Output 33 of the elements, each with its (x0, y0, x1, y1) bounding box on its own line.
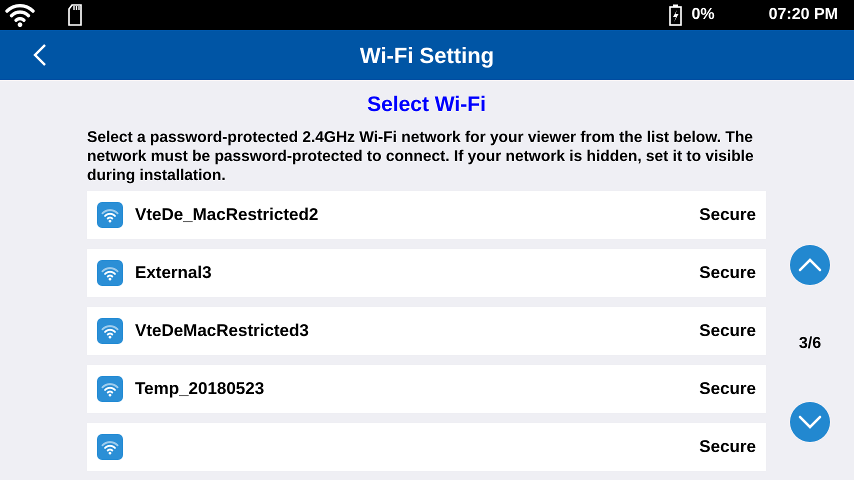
security-label: Secure (699, 320, 756, 342)
wifi-icon (97, 260, 123, 286)
wifi-icon (97, 434, 123, 460)
wifi-icon (97, 202, 123, 228)
window-title: Wi-Fi Setting (360, 42, 494, 70)
network-name: Temp_20180523 (135, 378, 264, 400)
network-name: VteDe_MacRestricted2 (135, 204, 318, 226)
security-label: Secure (699, 436, 756, 458)
scroll-down-button[interactable] (790, 402, 830, 442)
network-row[interactable]: External3 Secure (87, 249, 766, 297)
chevron-left-icon (33, 43, 47, 67)
security-label: Secure (699, 378, 756, 400)
chevron-down-icon (798, 415, 822, 429)
battery-charging-icon (668, 4, 682, 26)
security-label: Secure (699, 204, 756, 226)
wifi-icon (97, 376, 123, 402)
clock: 07:20 PM (768, 5, 838, 25)
network-row[interactable]: Temp_20180523 Secure (87, 365, 766, 413)
wifi-signal-icon (4, 2, 36, 28)
battery-percent: 0% (692, 5, 715, 25)
network-row[interactable]: VteDe_MacRestricted2 Secure (87, 191, 766, 239)
instructions-text: Select a password-protected 2.4GHz Wi-Fi network for your viewer from the list below. The network must be password-protected to connect. If your network is hidden, set it to visible during installation. (87, 128, 755, 185)
sd-card-icon (68, 4, 82, 26)
network-row[interactable]: Secure (87, 423, 766, 471)
network-name: VteDeMacRestricted3 (135, 320, 309, 342)
section-heading: Select Wi-Fi (366, 92, 486, 118)
chevron-up-icon (798, 258, 822, 272)
scroll-up-button[interactable] (790, 245, 830, 285)
network-row[interactable]: VteDeMacRestricted3 Secure (87, 307, 766, 355)
security-label: Secure (699, 262, 756, 284)
wifi-icon (97, 318, 123, 344)
page-indicator: 3/6 (798, 334, 822, 354)
network-name: External3 (135, 262, 212, 284)
